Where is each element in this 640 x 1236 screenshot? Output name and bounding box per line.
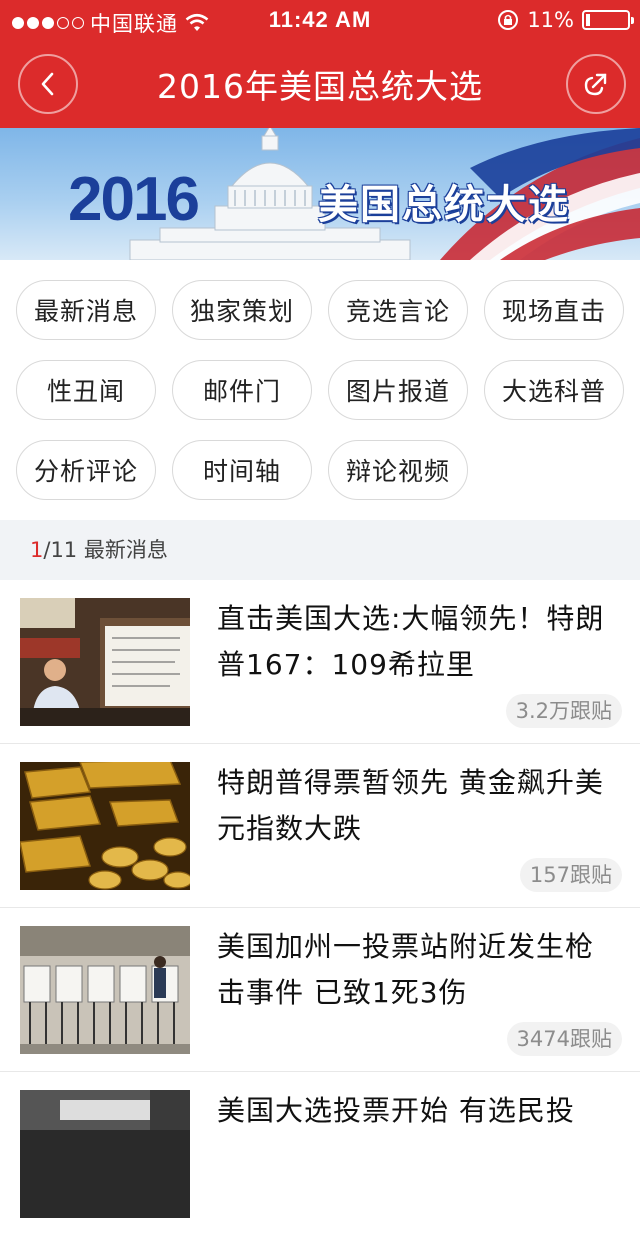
- tag-election-explained[interactable]: 大选科普: [484, 360, 624, 420]
- share-icon: [584, 73, 607, 96]
- nav-bar: 2016年美国总统大选: [0, 40, 640, 128]
- top-bar: 中国联通 11:42 AM 11% 2016年美国总统大选: [0, 0, 640, 128]
- tag-latest-news[interactable]: 最新消息: [16, 280, 156, 340]
- tag-sex-scandal[interactable]: 性丑闻: [16, 360, 156, 420]
- news-thumbnail: [20, 762, 190, 890]
- share-button[interactable]: [566, 54, 626, 114]
- comment-count-badge[interactable]: 157跟贴: [519, 858, 622, 892]
- section-current-index: 1: [30, 538, 44, 562]
- battery-fill: [586, 14, 590, 26]
- news-thumbnail: [20, 1090, 190, 1218]
- tag-emailgate[interactable]: 邮件门: [172, 360, 312, 420]
- tag-debate-video[interactable]: 辩论视频: [328, 440, 468, 500]
- tag-live-report[interactable]: 现场直击: [484, 280, 624, 340]
- tag-analysis[interactable]: 分析评论: [16, 440, 156, 500]
- comment-count-badge[interactable]: 3474跟贴: [506, 1022, 622, 1056]
- status-bar: 中国联通 11:42 AM 11%: [0, 0, 640, 40]
- section-total: /11: [43, 538, 78, 562]
- status-right: 11%: [497, 8, 634, 32]
- battery-icon: [582, 10, 634, 30]
- news-item[interactable]: 特朗普得票暂领先 黄金飙升美元指数大跌 157跟贴: [0, 744, 640, 908]
- section-name: 最新消息: [83, 538, 168, 562]
- tag-timeline[interactable]: 时间轴: [172, 440, 312, 500]
- news-title: 直击美国大选:大幅领先！特朗普167：109希拉里: [217, 602, 605, 681]
- news-title: 美国大选投票开始 有选民投: [217, 1094, 575, 1127]
- news-image: [20, 762, 190, 890]
- election-banner: 2016 美国总统大选: [0, 128, 640, 260]
- section-header: 1/11 最新消息: [0, 520, 640, 580]
- news-title: 美国加州一投票站附近发生枪击事件 已致1死3伤: [217, 930, 595, 1009]
- rotation-lock-icon: [498, 10, 519, 30]
- comment-count-badge[interactable]: 3.2万跟贴: [505, 694, 622, 728]
- tag-photo-report[interactable]: 图片报道: [328, 360, 468, 420]
- news-title: 特朗普得票暂领先 黄金飙升美元指数大跌: [217, 766, 604, 845]
- tag-exclusive[interactable]: 独家策划: [172, 280, 312, 340]
- news-image: [20, 926, 190, 1054]
- news-thumbnail: [20, 926, 190, 1054]
- page-title: 2016年美国总统大选: [157, 67, 483, 106]
- news-image: [20, 598, 190, 726]
- back-button[interactable]: [18, 54, 78, 114]
- battery-percent: 11%: [527, 8, 574, 32]
- banner-title: 美国总统大选: [318, 182, 570, 228]
- news-item[interactable]: 美国加州一投票站附近发生枪击事件 已致1死3伤 3474跟贴: [0, 908, 640, 1072]
- news-thumbnail: [20, 598, 190, 726]
- category-tags: 最新消息 独家策划 竞选言论 现场直击 性丑闻 邮件门 图片报道 大选科普 分析…: [0, 260, 640, 520]
- news-item[interactable]: 直击美国大选:大幅领先！特朗普167：109希拉里 3.2万跟贴: [0, 580, 640, 744]
- news-image: [20, 1090, 190, 1218]
- banner-year: 2016: [68, 165, 200, 234]
- news-item[interactable]: 美国大选投票开始 有选民投: [0, 1072, 640, 1236]
- chevron-left-icon: [41, 72, 54, 96]
- tag-campaign-remarks[interactable]: 竞选言论: [328, 280, 468, 340]
